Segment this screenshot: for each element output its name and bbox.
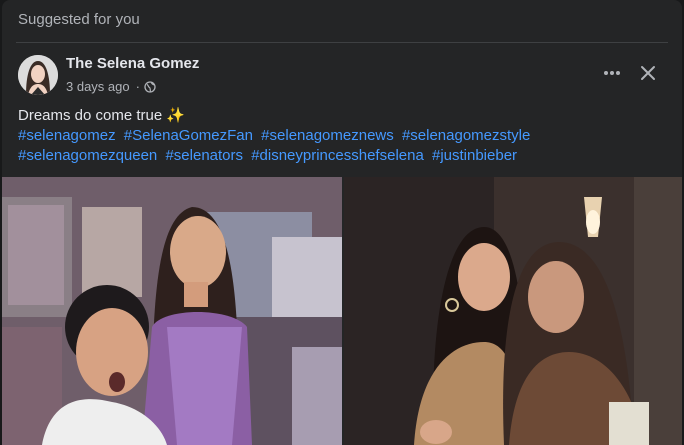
hashtag-link[interactable]: #selenagomeznews bbox=[261, 127, 394, 144]
photo-fan-with-cutout bbox=[2, 177, 342, 445]
hashtag-link[interactable]: #selenators bbox=[165, 147, 243, 164]
author-name[interactable]: The Selena Gomez bbox=[66, 55, 199, 72]
post-photo-right[interactable] bbox=[344, 177, 682, 445]
post-card: Suggested for you The Selena Gomez 3 day… bbox=[2, 0, 682, 445]
author-avatar[interactable] bbox=[18, 55, 58, 95]
photo-fan-hugging-selena bbox=[344, 177, 682, 445]
hashtag-link[interactable]: #justinbieber bbox=[432, 147, 517, 164]
globe-icon[interactable] bbox=[144, 80, 156, 93]
avatar-image bbox=[18, 55, 58, 95]
hashtag-link[interactable]: #SelenaGomezFan bbox=[124, 127, 253, 144]
more-icon bbox=[604, 71, 620, 75]
hashtag-list: #selenagomez #SelenaGomezFan #selenagome… bbox=[18, 126, 666, 166]
hashtag-link[interactable]: #selenagomezstyle bbox=[402, 127, 530, 144]
hashtag-link[interactable]: #disneyprincesshefselena bbox=[251, 147, 424, 164]
post-photo-left[interactable] bbox=[2, 177, 342, 445]
suggested-label: Suggested for you bbox=[18, 11, 140, 28]
post-text: Dreams do come true ✨ bbox=[18, 107, 186, 124]
divider bbox=[16, 42, 668, 43]
hide-post-button[interactable] bbox=[636, 61, 660, 85]
hashtag-link[interactable]: #selenagomez bbox=[18, 127, 116, 144]
more-options-button[interactable] bbox=[600, 61, 624, 85]
post-meta: 3 days ago · bbox=[66, 79, 156, 94]
close-icon bbox=[641, 66, 655, 80]
meta-separator: · bbox=[135, 79, 140, 94]
post-time[interactable]: 3 days ago bbox=[66, 79, 130, 94]
hashtag-link[interactable]: #selenagomezqueen bbox=[18, 147, 157, 164]
